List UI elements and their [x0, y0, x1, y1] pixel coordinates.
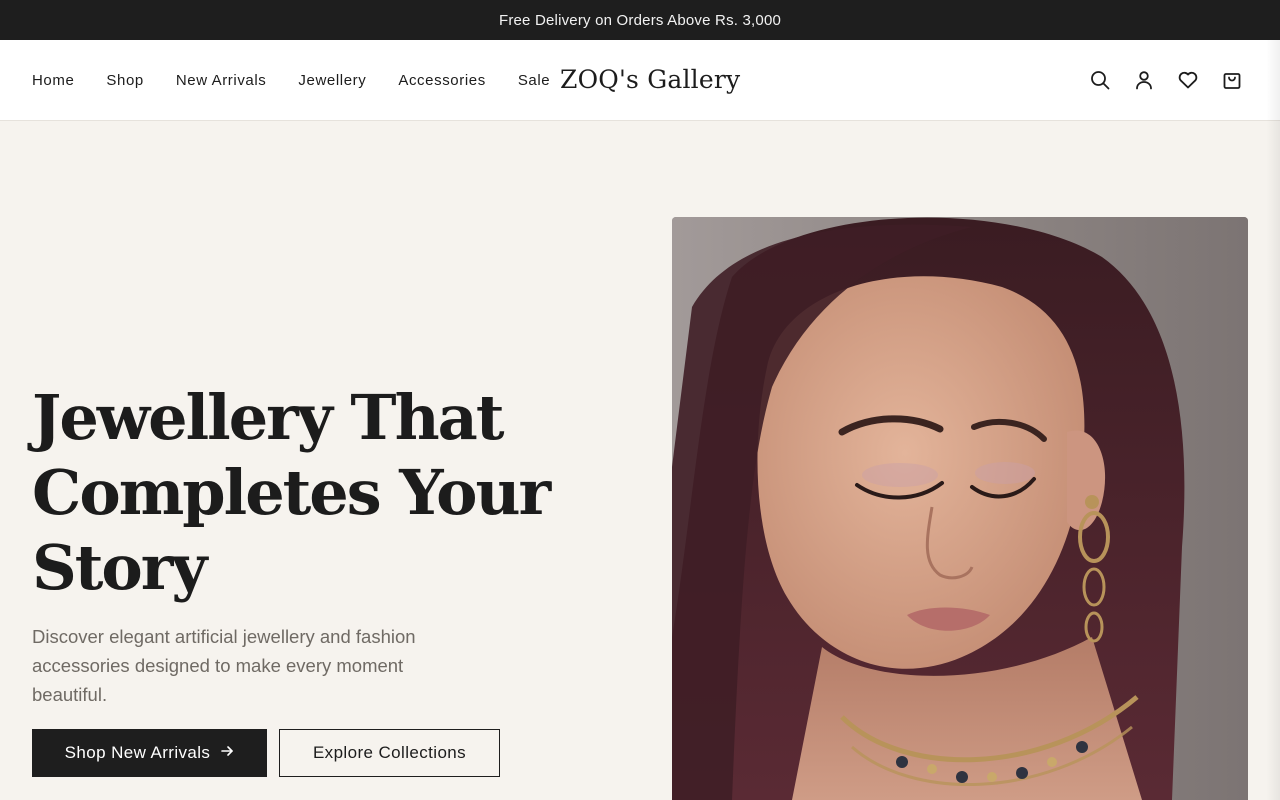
shopping-bag-icon[interactable]	[1222, 68, 1242, 92]
hero-title-line-2: Completes Your	[32, 456, 551, 529]
search-icon[interactable]	[1090, 68, 1110, 92]
announcement-bar: Free Delivery on Orders Above Rs. 3,000	[0, 0, 1280, 40]
user-icon[interactable]	[1134, 68, 1154, 92]
main-nav: Home Shop New Arrivals Jewellery Accesso…	[32, 40, 550, 120]
hero-title-line-1: Jewellery That	[32, 381, 504, 454]
explore-collections-button[interactable]: Explore Collections	[279, 729, 500, 777]
page-scroll-shadow	[1266, 40, 1280, 800]
site-header: Home Shop New Arrivals Jewellery Accesso…	[0, 40, 1280, 121]
hero-title: Jewellery That Completes Your Story	[32, 380, 552, 605]
nav-item-shop[interactable]: Shop	[106, 72, 143, 89]
explore-collections-label: Explore Collections	[312, 743, 467, 762]
nav-item-accessories[interactable]: Accessories	[398, 72, 485, 89]
model-illustration	[672, 217, 1248, 800]
nav-item-jewellery[interactable]: Jewellery	[298, 72, 366, 89]
nav-item-new-arrivals[interactable]: New Arrivals	[176, 72, 267, 89]
shop-new-arrivals-button[interactable]: Shop New Arrivals	[32, 729, 267, 777]
nav-item-sale[interactable]: Sale	[518, 72, 550, 89]
shop-new-arrivals-label: Shop New Arrivals	[64, 743, 211, 762]
nav-item-home[interactable]: Home	[32, 72, 74, 89]
brand-logo[interactable]: ZOQ's Gallery	[560, 62, 740, 98]
header-icons	[1090, 68, 1242, 92]
heart-icon[interactable]	[1178, 68, 1198, 92]
announcement-text: Free Delivery on Orders Above Rs. 3,000	[498, 11, 782, 29]
hero-model-image	[672, 217, 1248, 800]
arrow-right-icon	[220, 743, 234, 763]
hero-subtitle: Discover elegant artificial jewellery an…	[32, 626, 416, 705]
hero-title-line-3: Story	[32, 531, 207, 604]
